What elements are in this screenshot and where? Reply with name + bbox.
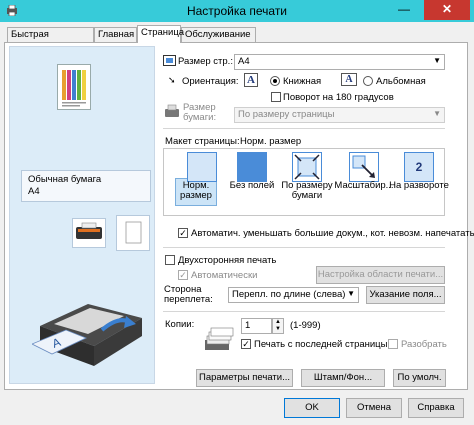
paper-size-label: Размер бумаги: bbox=[183, 103, 216, 123]
duplex-checkbox[interactable] bbox=[165, 255, 175, 265]
media-info-box: Обычная бумага A4 bbox=[21, 170, 151, 202]
portrait-label: Книжная bbox=[283, 76, 322, 87]
help-button[interactable]: Справка bbox=[408, 398, 464, 418]
page-layout-current: Норм. размер bbox=[240, 136, 302, 147]
page-size-select[interactable]: A4 ▼ bbox=[234, 54, 445, 70]
layout-normal-icon[interactable] bbox=[187, 152, 217, 182]
auto-reduce-label: Автоматич. уменьшать большие докум., кот… bbox=[191, 228, 474, 239]
auto-reduce-checkbox[interactable]: ✓ bbox=[178, 228, 188, 238]
fit-arrows-icon bbox=[294, 154, 320, 180]
orientation-arrow-icon: ➘ bbox=[168, 75, 176, 85]
cancel-button[interactable]: Отмена bbox=[346, 398, 402, 418]
portrait-radio[interactable] bbox=[270, 76, 280, 86]
divider bbox=[163, 247, 445, 248]
title-bar: Настройка печати — ✕ bbox=[0, 0, 474, 22]
layout-borderless-icon[interactable] bbox=[237, 152, 267, 182]
copies-stack-icon bbox=[205, 327, 234, 350]
binding-side-select[interactable]: Перепл. по длине (слева) ▼ bbox=[228, 287, 359, 303]
paper-size-value: По размеру страницы bbox=[238, 109, 335, 120]
duplex-label: Двухсторонняя печать bbox=[178, 255, 277, 266]
printer-icon bbox=[76, 222, 102, 239]
close-button[interactable]: ✕ bbox=[424, 0, 470, 20]
layout-fit-to-paper-label[interactable]: По размеру бумаги bbox=[277, 181, 337, 201]
divider bbox=[163, 128, 445, 129]
binding-side-value: Перепл. по длине (слева) bbox=[232, 289, 346, 300]
paper-size-text: A4 bbox=[28, 186, 40, 197]
layout-borderless-label[interactable]: Без полей bbox=[222, 181, 282, 191]
chevron-down-icon: ▼ bbox=[433, 109, 441, 118]
tab-page-setup[interactable]: Страница bbox=[137, 25, 184, 43]
copies-stepper[interactable]: ▲ ▼ bbox=[272, 318, 284, 334]
layout-scaled-label[interactable]: Масштабир... bbox=[334, 181, 394, 191]
tab-quick-setup[interactable]: Быстрая установка bbox=[7, 27, 94, 51]
page-layout-label: Макет страницы: bbox=[165, 136, 240, 147]
rotate-180-checkbox[interactable] bbox=[271, 92, 281, 102]
layout-fit-to-paper-icon[interactable] bbox=[292, 152, 322, 182]
print-from-last-checkbox[interactable]: ✓ bbox=[241, 339, 251, 349]
print-from-last-label: Печать с последней страницы bbox=[254, 339, 388, 350]
rotate-180-label: Поворот на 180 градусов bbox=[283, 92, 394, 103]
print-area-button[interactable]: Настройка области печати... bbox=[316, 266, 445, 284]
specify-margin-button[interactable]: Указание поля... bbox=[366, 286, 445, 304]
landscape-radio[interactable] bbox=[363, 76, 373, 86]
binding-label-line2: переплета: bbox=[164, 294, 213, 305]
minimize-button[interactable]: — bbox=[392, 0, 416, 20]
copies-label: Копии: bbox=[165, 319, 195, 330]
layout-spread-icon[interactable]: 2 bbox=[404, 152, 434, 182]
scale-arrow-icon bbox=[352, 155, 375, 178]
defaults-button[interactable]: По умолч. bbox=[393, 369, 446, 387]
landscape-label: Альбомная bbox=[376, 76, 426, 87]
layout-normal-label[interactable]: Норм. размер bbox=[166, 181, 226, 201]
print-options-button[interactable]: Параметры печати... bbox=[196, 369, 293, 387]
collate-checkbox[interactable] bbox=[388, 339, 398, 349]
copies-range: (1-999) bbox=[290, 320, 321, 331]
paper-size-label-line2: бумаги: bbox=[183, 112, 217, 123]
layout-spread-label[interactable]: На развороте bbox=[389, 181, 449, 191]
copies-input[interactable]: 1 bbox=[241, 318, 272, 334]
orientation-label: Ориентация: bbox=[182, 76, 239, 87]
divider bbox=[163, 311, 445, 312]
paper-sheet-icon bbox=[125, 221, 142, 244]
copies-value: 1 bbox=[245, 320, 251, 331]
chevron-down-icon: ▼ bbox=[347, 289, 355, 298]
paper-size-select[interactable]: По размеру страницы ▼ bbox=[234, 107, 445, 123]
tab-main[interactable]: Главная bbox=[94, 27, 137, 42]
ok-button[interactable]: OK bbox=[284, 398, 340, 418]
paper-source-box bbox=[116, 215, 150, 251]
binding-label: Сторона переплета: bbox=[164, 285, 213, 305]
media-type-text: Обычная бумага bbox=[28, 174, 102, 185]
tab-maintenance[interactable]: Обслуживание bbox=[181, 27, 256, 42]
layout-scaled-icon[interactable] bbox=[349, 152, 379, 182]
page-size-value: A4 bbox=[238, 56, 250, 67]
page-preview bbox=[57, 64, 91, 110]
printer-illustration-icon: A bbox=[32, 304, 142, 366]
collate-label: Разобрать bbox=[401, 339, 447, 350]
stamp-background-button[interactable]: Штамп/Фон... bbox=[301, 369, 385, 387]
page-size-icon bbox=[163, 55, 176, 66]
preview-content-icon bbox=[62, 70, 86, 107]
printer-status-box bbox=[72, 218, 106, 248]
duplex-auto-checkbox[interactable]: ✓ bbox=[178, 270, 188, 280]
duplex-auto-label: Автоматически bbox=[191, 270, 258, 281]
landscape-icon: A bbox=[341, 73, 357, 86]
portrait-icon: A bbox=[244, 73, 258, 87]
page-size-label: Размер стр.: bbox=[178, 56, 233, 67]
chevron-down-icon: ▼ bbox=[433, 56, 441, 65]
paper-size-icon bbox=[165, 104, 179, 117]
